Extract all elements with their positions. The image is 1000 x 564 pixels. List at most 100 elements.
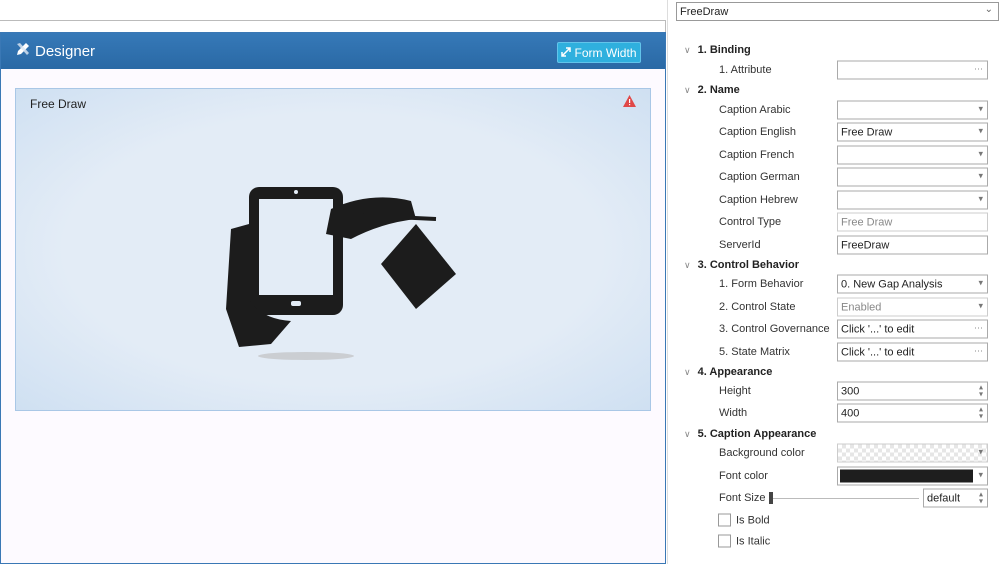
designer-title: Designer <box>15 41 95 61</box>
property-value: 400 <box>841 407 860 419</box>
property-label: ServerId <box>719 239 761 251</box>
property-label: Caption Hebrew <box>719 194 798 206</box>
checkbox[interactable] <box>718 534 731 548</box>
property-field[interactable]: Enabled ▾ <box>837 297 988 317</box>
section-title: 1. Binding <box>697 44 751 56</box>
property-field[interactable]: ▾ <box>837 145 988 165</box>
dropdown-arrow-icon[interactable]: ▾ <box>978 278 983 289</box>
font-size-slider[interactable] <box>769 492 919 504</box>
property-field[interactable]: 0. New Gap Analysis ▾ <box>837 274 988 294</box>
section-title: 2. Name <box>697 84 740 96</box>
property-field[interactable]: ▾ <box>837 190 988 210</box>
chevron-down-icon: ∨ <box>684 428 691 439</box>
section-header[interactable]: ∨ 4. Appearance <box>684 366 772 378</box>
spinner-arrows-icon[interactable]: ▴ ▾ <box>979 405 983 420</box>
dropdown-arrow-icon[interactable]: ▾ <box>978 126 983 137</box>
designer-panel: Designer Form Width Free Draw <box>0 32 666 564</box>
property-field[interactable]: 300 ▴ ▾ <box>837 381 988 401</box>
top-input-strip <box>0 20 666 32</box>
dropdown-arrow-icon[interactable]: ▾ <box>978 470 983 481</box>
designer-title-text: Designer <box>35 42 96 60</box>
spinner-arrows-icon[interactable]: ▴ ▾ <box>979 490 983 505</box>
property-label: Height <box>719 385 751 397</box>
ellipsis-button-icon[interactable]: ··· <box>974 323 983 333</box>
slider-thumb[interactable] <box>769 492 773 504</box>
property-value: Free Draw <box>841 126 893 138</box>
property-label: Background color <box>719 447 805 459</box>
free-draw-control[interactable]: Free Draw <box>15 88 651 411</box>
dropdown-arrow-icon[interactable]: ▾ <box>978 104 983 115</box>
property-label: 5. State Matrix <box>719 346 790 358</box>
chevron-down-icon: ∨ <box>684 84 691 95</box>
dropdown-arrow-icon[interactable]: ▾ <box>978 171 983 182</box>
section-header[interactable]: ∨ 5. Caption Appearance <box>684 428 816 440</box>
ellipsis-button-icon[interactable]: ··· <box>974 64 983 74</box>
property-value: 0. New Gap Analysis <box>841 278 943 290</box>
property-label: 1. Attribute <box>719 64 772 76</box>
control-caption: Free Draw <box>30 97 87 111</box>
chevron-down-icon: ⌄ <box>984 4 993 15</box>
object-selector-value: FreeDraw <box>680 5 729 18</box>
dropdown-arrow-icon[interactable]: ▾ <box>978 447 983 458</box>
chevron-down-icon: ∨ <box>684 366 691 377</box>
property-label: Width <box>719 407 748 419</box>
property-value: Click '...' to edit <box>841 323 915 335</box>
dropdown-arrow-icon[interactable]: ▾ <box>978 301 983 312</box>
section-title: 4. Appearance <box>697 366 773 378</box>
property-label: Caption English <box>719 126 797 138</box>
checkbox-label: Is Italic <box>736 535 771 547</box>
free-draw-illustration-icon <box>211 179 461 372</box>
property-label: Font color <box>719 470 768 482</box>
property-value: Free Draw <box>841 216 893 228</box>
section-header[interactable]: ∨ 3. Control Behavior <box>684 259 799 271</box>
property-field[interactable]: ▾ <box>837 443 988 463</box>
property-field[interactable]: Click '...' to edit ··· <box>837 342 988 362</box>
font-size-value: default <box>927 492 961 504</box>
warning-icon[interactable] <box>623 95 636 110</box>
property-field[interactable]: FreeDraw <box>837 235 988 255</box>
dropdown-arrow-icon[interactable]: ▾ <box>978 149 983 160</box>
expand-icon <box>561 46 572 60</box>
property-field[interactable]: Click '...' to edit ··· <box>837 319 988 339</box>
section-header[interactable]: ∨ 1. Binding <box>684 44 751 56</box>
chevron-down-icon: ∨ <box>684 44 691 55</box>
property-field[interactable]: 400 ▴ ▾ <box>837 403 988 423</box>
pencil-ruler-icon <box>15 41 31 61</box>
property-label: 2. Control State <box>719 301 796 313</box>
designer-header: Designer Form Width <box>1 33 665 69</box>
checkbox-row[interactable]: Is Bold <box>718 513 770 527</box>
font-size-spinner[interactable]: default ▴ ▾ <box>923 488 988 508</box>
property-value: FreeDraw <box>841 239 890 251</box>
property-value: Click '...' to edit <box>841 346 915 358</box>
property-value: 300 <box>841 385 860 397</box>
properties-panel: FreeDraw ⌄ ∨ 1. Binding ∨ 2. Name ∨ 3. Contro… <box>667 0 1000 564</box>
section-header[interactable]: ∨ 2. Name <box>684 84 740 96</box>
section-title: 3. Control Behavior <box>697 259 800 271</box>
section-title: 5. Caption Appearance <box>697 428 817 440</box>
form-width-label: Form Width <box>574 45 637 60</box>
property-label: 1. Form Behavior <box>719 278 804 290</box>
property-label: Caption French <box>719 149 795 161</box>
checkbox-row[interactable]: Is Italic <box>718 534 771 548</box>
object-selector-dropdown[interactable]: FreeDraw ⌄ <box>676 2 999 21</box>
property-label: Caption Arabic <box>719 104 791 116</box>
chevron-down-icon: ∨ <box>684 259 691 270</box>
property-label: Caption German <box>719 171 800 183</box>
font-size-label: Font Size <box>719 492 766 504</box>
property-label: 3. Control Governance <box>719 323 830 335</box>
property-field[interactable]: ··· <box>837 60 988 80</box>
property-label: Control Type <box>719 216 782 228</box>
property-field[interactable]: ▾ <box>837 167 988 187</box>
checkbox[interactable] <box>718 513 731 527</box>
slider-track <box>769 498 919 499</box>
form-width-button[interactable]: Form Width <box>557 42 641 63</box>
property-field[interactable]: ▾ <box>837 466 988 486</box>
font-color-swatch <box>840 469 973 483</box>
dropdown-arrow-icon[interactable]: ▾ <box>978 194 983 205</box>
property-field[interactable]: ▾ <box>837 100 988 120</box>
ellipsis-button-icon[interactable]: ··· <box>974 346 983 356</box>
property-field[interactable]: Free Draw ▾ <box>837 122 988 142</box>
property-field[interactable]: Free Draw <box>837 212 988 232</box>
spinner-arrows-icon[interactable]: ▴ ▾ <box>979 383 983 398</box>
property-value: Enabled <box>841 301 882 313</box>
